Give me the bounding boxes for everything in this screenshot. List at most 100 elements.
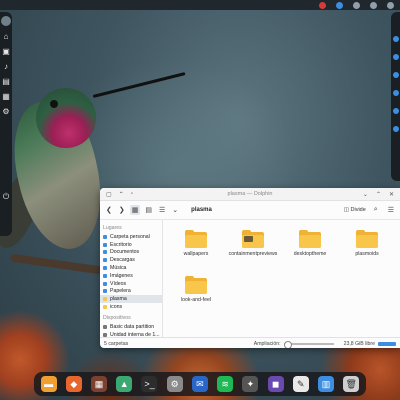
place-icon: [103, 242, 107, 247]
zoom-label: Ampliación:: [253, 341, 281, 347]
widget-dot-icon[interactable]: [392, 54, 399, 60]
home-icon[interactable]: ⌂: [2, 33, 10, 41]
sidebar-item[interactable]: Carpeta personal: [100, 233, 162, 241]
compact-view-button[interactable]: ▤: [143, 205, 154, 215]
widget-dot-icon[interactable]: [392, 108, 399, 114]
search-icon[interactable]: ⌕: [372, 205, 380, 215]
widget-dot-icon[interactable]: [392, 72, 399, 78]
folder-item[interactable]: wallpapers: [171, 230, 221, 257]
forward-button[interactable]: ❯: [117, 205, 127, 215]
status-bar: 5 carpetas Ampliación: 23,8 GiB libre: [100, 337, 400, 348]
folder-item[interactable]: plasmoids: [342, 230, 392, 257]
sidebar-item-label: plasma: [110, 296, 127, 303]
inkscape-icon[interactable]: ✦: [242, 376, 259, 392]
video-icon[interactable]: ▦: [2, 93, 10, 101]
text-editor-icon[interactable]: ✎: [292, 376, 309, 392]
user-avatar[interactable]: [1, 16, 11, 26]
left-panel: ⌂ ▣ ♪ ▤ ▦ ⚙ ⏻: [0, 12, 12, 236]
folder-item[interactable]: containmentpreviews: [228, 230, 278, 257]
breadcrumb[interactable]: plasma: [191, 207, 212, 213]
network-icon[interactable]: [336, 1, 343, 9]
folder-item[interactable]: desktoptheme: [285, 230, 335, 257]
split-label: Divide: [350, 207, 366, 213]
device-item[interactable]: Basic data partition: [100, 323, 162, 331]
details-view-button[interactable]: ☰: [157, 205, 167, 215]
place-icon: [103, 258, 107, 263]
volume-icon[interactable]: [353, 1, 360, 9]
zoom-slider[interactable]: [283, 341, 334, 348]
sidebar-item-label: Documentos: [110, 249, 140, 256]
minimize-icon[interactable]: ⌄: [363, 191, 368, 198]
top-panel: [0, 0, 400, 10]
image-viewer-icon[interactable]: ▲: [116, 376, 133, 392]
split-icon: ◫: [343, 207, 349, 213]
widget-dot-icon[interactable]: [392, 36, 399, 42]
widget-dot-icon[interactable]: [392, 90, 399, 96]
trash-icon[interactable]: 🗑: [343, 376, 360, 392]
app-grid-icon[interactable]: ▦: [91, 376, 108, 392]
place-icon: [103, 289, 107, 294]
zoom-slider-knob[interactable]: [283, 341, 292, 348]
sidebar-item[interactable]: icons: [100, 303, 162, 311]
sidebar-item[interactable]: Papelera: [100, 288, 162, 296]
sidebar-item[interactable]: Música: [100, 264, 162, 272]
place-icon: [103, 305, 107, 310]
back-button[interactable]: ❮: [104, 205, 114, 215]
folder-name: plasmoids: [355, 251, 379, 257]
sidebar-item[interactable]: Escritorio: [100, 241, 162, 249]
mail-icon[interactable]: ✉: [191, 376, 208, 392]
more-views-button[interactable]: ⌄: [170, 205, 180, 215]
title-bar: plasma — Dolphin ▢ ⌃ ▫ ⌄ ⌃ ✕: [100, 188, 400, 201]
power-icon[interactable]: ⏻: [2, 193, 10, 201]
widget-dot-icon[interactable]: [392, 126, 399, 132]
sidebar-item[interactable]: Descargas: [100, 256, 162, 264]
close-icon[interactable]: ✕: [389, 191, 394, 198]
sidebar-item[interactable]: Imágenes: [100, 272, 162, 280]
image-icon[interactable]: ▤: [2, 78, 10, 86]
music-icon[interactable]: ♪: [2, 63, 10, 71]
keep-above-icon[interactable]: ▫: [131, 191, 133, 198]
sidebar-item-label: Imágenes: [110, 272, 133, 279]
file-manager-icon[interactable]: ▬: [40, 376, 57, 392]
icons-view-button[interactable]: ▦: [129, 205, 141, 215]
device-item-label: Unidad interna de 1...: [110, 331, 160, 338]
notification-icon[interactable]: [319, 1, 326, 9]
sidebar-item[interactable]: plasma: [100, 295, 162, 304]
window-menu-icon[interactable]: ▢: [106, 191, 112, 198]
terminal-icon[interactable]: >_: [141, 376, 158, 392]
system-tray: [319, 0, 394, 10]
firefox-icon[interactable]: ◆: [65, 376, 82, 392]
sidebar-item-label: Música: [110, 265, 127, 272]
place-icon: [103, 266, 107, 271]
discover-icon[interactable]: ◼: [267, 376, 284, 392]
file-view: wallpapers containmentpreviews desktopthem…: [163, 220, 400, 337]
wallpaper-bird-eye: [50, 100, 58, 108]
folder-item[interactable]: look-and-feel: [171, 276, 221, 303]
maximize-icon[interactable]: ⌃: [376, 191, 381, 198]
sidebar-item[interactable]: Documentos: [100, 249, 162, 257]
pin-icon[interactable]: ⌃: [119, 191, 124, 198]
folder-name: containmentpreviews: [228, 251, 278, 257]
places-heading: Lugares: [103, 225, 122, 231]
dock: ▬ ◆ ▦ ▲ >_ ⚙ ✉ ≋ ✦ ◼ ✎ ▥ 🗑: [34, 372, 366, 396]
device-item[interactable]: Unidad interna de 1...: [100, 331, 162, 339]
sidebar-item-label: Papelera: [110, 288, 131, 295]
place-icon: [103, 297, 107, 302]
spotify-icon[interactable]: ≋: [217, 376, 234, 392]
sidebar-item-label: Carpeta personal: [110, 233, 150, 240]
clock-icon[interactable]: [387, 1, 394, 9]
settings-icon[interactable]: ⚙: [166, 376, 183, 392]
free-space-bar: [378, 342, 396, 346]
sidebar-item[interactable]: Vídeos: [100, 280, 162, 288]
settings-icon[interactable]: ⚙: [2, 108, 10, 116]
calculator-icon[interactable]: ▥: [318, 376, 335, 392]
location-icon[interactable]: [370, 1, 377, 9]
folder-icon: [185, 276, 207, 294]
hamburger-menu-icon[interactable]: ☰: [386, 205, 396, 215]
folder-icon: [299, 230, 321, 248]
split-button[interactable]: ◫ Divide: [344, 207, 366, 213]
folder-name: desktoptheme: [293, 251, 327, 257]
sidebar-item-label: Descargas: [110, 257, 135, 264]
package-icon[interactable]: ▣: [2, 48, 10, 56]
drive-icon: [103, 324, 107, 329]
